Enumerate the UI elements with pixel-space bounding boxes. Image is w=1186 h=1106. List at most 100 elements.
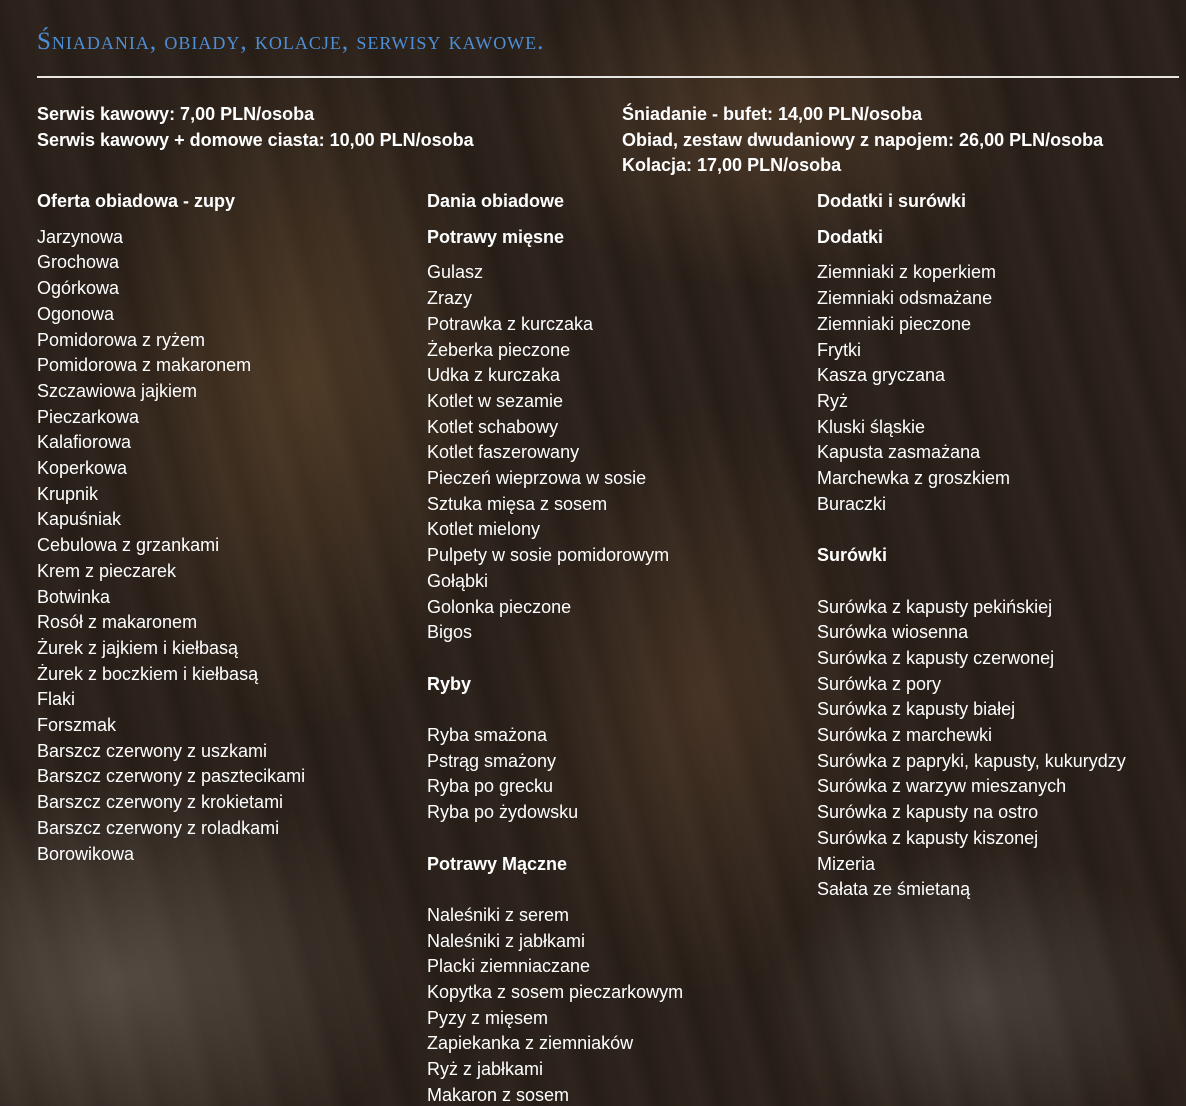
menu-item: Rosół z makaronem (37, 612, 198, 633)
menu-item: Jarzynowa (37, 226, 124, 247)
menu-item: Kalafiorowa (37, 432, 132, 453)
menu-item: Ryba po żydowsku (427, 802, 579, 823)
menu-item: Sałata ze śmietaną (817, 879, 971, 900)
menu-item: Bigos (427, 622, 473, 643)
menu-item: Forszmak (37, 715, 117, 736)
price-line: Kolacja: 17,00 PLN/osoba (622, 155, 842, 176)
menu-item: Kapusta zasmażana (817, 442, 981, 463)
menu-item: Gołąbki (427, 570, 489, 591)
extras-list: Ziemniaki z koperkiem Ziemniaki odsmażane… (817, 260, 1126, 517)
page-title: Śniadania, obiady, kolacje, serwisy kawo… (37, 28, 545, 55)
menu-item: Pstrąg smażony (427, 750, 557, 771)
menu-item: Surówka z kapusty na ostro (817, 802, 1039, 823)
menu-item: Surówka z kapusty czerwonej (817, 647, 1055, 668)
menu-item: Surówka z kapusty kiszonej (817, 827, 1039, 848)
menu-item: Pyzy z mięsem (427, 1007, 549, 1028)
menu-item: Borowikowa (37, 843, 135, 864)
meat-list: Gulasz Zrazy Potrawka z kurczaka Żeberka pi… (427, 260, 683, 646)
menu-item: Ziemniaki pieczone (817, 313, 972, 334)
sides-column: Dodatki i surówki Dodatki Ziemniaki z ko… (817, 189, 1126, 903)
menu-item: Pomidorowa z makaronem (37, 355, 252, 376)
prices-coffee: Serwis kawowy: 7,00 PLN/osoba Serwis kaw… (37, 102, 474, 153)
menu-item: Cebulowa z grzankami (37, 535, 220, 556)
menu-item: Surówka z kapusty pekińskiej (817, 596, 1053, 617)
menu-item: Pieczeń wieprzowa w sosie (427, 468, 647, 489)
menu-item: Żurek z jajkiem i kiełbasą (37, 637, 239, 658)
menu-item: Ryż z jabłkami (427, 1059, 544, 1080)
menu-item: Kotlet w sezamie (427, 390, 564, 411)
menu-item: Surówka z marchewki (817, 725, 993, 746)
menu-item: Pomidorowa z ryżem (37, 329, 206, 350)
menu-item: Kasza gryczana (817, 365, 946, 386)
price-line: Obiad, zestaw dwudaniowy z napojem: 26,0… (622, 129, 1104, 150)
salads-list: Surówka z kapusty pekińskiej Surówka wios… (817, 595, 1126, 903)
menu-item: Zrazy (427, 288, 472, 309)
title-divider (37, 76, 1179, 78)
menu-item: Botwinka (37, 586, 111, 607)
sides-heading: Dodatki i surówki (817, 191, 967, 211)
menu-item: Kapuśniak (37, 509, 122, 530)
menu-item: Grochowa (37, 252, 120, 273)
menu-item: Ryba po grecku (427, 776, 554, 797)
menu-item: Ziemniaki z koperkiem (817, 262, 997, 283)
menu-item: Ryba smażona (427, 725, 548, 746)
salads-heading: Surówki (817, 545, 888, 566)
menu-item: Barszcz czerwony z roladkami (37, 817, 280, 838)
menu-item: Barszcz czerwony z krokietami (37, 792, 284, 813)
menu-item: Szczawiowa jajkiem (37, 380, 198, 401)
menu-item: Buraczki (817, 493, 887, 514)
price-line: Serwis kawowy + domowe ciasta: 10,00 PLN… (37, 129, 474, 150)
menu-item: Ogonowa (37, 303, 115, 324)
menu-item: Ogórkowa (37, 278, 120, 299)
menu-item: Kluski śląskie (817, 416, 926, 437)
menu-item: Surówka z pory (817, 673, 942, 694)
menu-item: Frytki (817, 339, 861, 360)
menu-item: Gulasz (427, 262, 484, 283)
fish-heading: Ryby (427, 673, 472, 694)
menu-item: Placki ziemniaczane (427, 956, 591, 977)
menu-item: Kotlet faszerowany (427, 442, 580, 463)
price-line: Śniadanie - bufet: 14,00 PLN/osoba (622, 104, 923, 124)
menu-item: Golonka pieczone (427, 596, 572, 617)
menu-item: Udka z kurczaka (427, 365, 561, 386)
menu-page: Śniadania, obiady, kolacje, serwisy kawo… (37, 0, 1179, 1106)
extras-heading: Dodatki (817, 226, 884, 247)
soups-column: Oferta obiadowa - zupy Jarzynowa Grochowa… (37, 189, 305, 867)
menu-item: Surówka z papryki, kapusty, kukurydzy (817, 750, 1126, 771)
menu-item: Surówka wiosenna (817, 622, 969, 643)
fish-list: Ryba smażona Pstrąg smażony Ryba po grecku… (427, 723, 683, 826)
menu-item: Pieczarkowa (37, 406, 140, 427)
menu-item: Surówka z kapusty białej (817, 699, 1016, 720)
menu-item: Ziemniaki odsmażane (817, 288, 993, 309)
menu-item: Zapiekanka z ziemniaków (427, 1033, 634, 1054)
mains-heading: Dania obiadowe (427, 191, 565, 211)
menu-item: Koperkowa (37, 458, 128, 479)
menu-item: Żeberka pieczone (427, 339, 571, 360)
menu-item: Surówka z warzyw mieszanych (817, 776, 1067, 797)
menu-item: Barszcz czerwony z pasztecikami (37, 766, 306, 787)
price-line: Serwis kawowy: 7,00 PLN/osoba (37, 104, 315, 124)
menu-item: Kotlet mielony (427, 519, 541, 540)
soups-heading: Oferta obiadowa - zupy (37, 191, 236, 211)
flour-heading: Potrawy Mączne (427, 853, 568, 874)
meat-heading: Potrawy mięsne (427, 226, 565, 247)
menu-item: Naleśniki z serem (427, 904, 570, 925)
menu-item: Sztuka mięsa z sosem (427, 493, 608, 514)
soups-list: Jarzynowa Grochowa Ogórkowa Ogonowa Pomidoro… (37, 225, 305, 868)
menu-item: Żurek z boczkiem i kiełbasą (37, 663, 259, 684)
mains-column: Dania obiadowe Potrawy mięsne Gulasz Zraz… (427, 189, 683, 1106)
menu-item: Ryż (817, 390, 848, 411)
flour-list: Naleśniki z serem Naleśniki z jabłkami Pla… (427, 903, 683, 1106)
menu-item: Makaron z sosem (427, 1084, 570, 1105)
menu-item: Krupnik (37, 483, 99, 504)
menu-item: Marchewka z groszkiem (817, 468, 1011, 489)
menu-item: Potrawka z kurczaka (427, 313, 594, 334)
menu-item: Flaki (37, 689, 76, 710)
menu-item: Kopytka z sosem pieczarkowym (427, 982, 684, 1003)
menu-item: Barszcz czerwony z uszkami (37, 740, 268, 761)
menu-item: Krem z pieczarek (37, 560, 177, 581)
menu-item: Mizeria (817, 853, 876, 874)
prices-meals: Śniadanie - bufet: 14,00 PLN/osoba Obiad… (622, 102, 1103, 179)
menu-item: Pulpety w sosie pomidorowym (427, 545, 670, 566)
menu-item: Naleśniki z jabłkami (427, 930, 586, 951)
